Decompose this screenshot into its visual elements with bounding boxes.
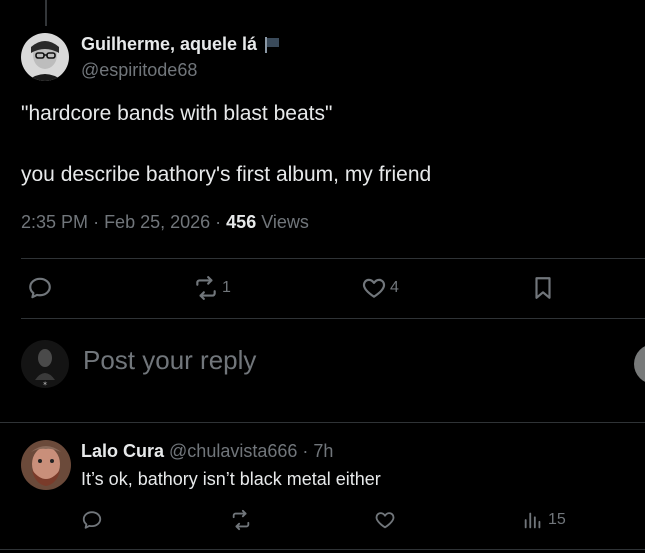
tweet-time[interactable]: 2:35 PM <box>21 212 88 232</box>
bookmark-button[interactable] <box>530 275 556 301</box>
commenter-handle[interactable]: @chulavista666 <box>169 441 297 461</box>
retweet-button[interactable]: 1 <box>193 275 231 301</box>
comment-retweet-button[interactable] <box>230 509 252 531</box>
comment-views-button[interactable]: 15 <box>522 509 566 531</box>
current-user-avatar[interactable]: ✶ <box>21 340 69 388</box>
comment-time[interactable]: 7h <box>313 441 333 461</box>
commenter-name[interactable]: Lalo Cura <box>81 441 164 461</box>
comment-header: Lalo Cura @chulavista666 · 7h <box>81 441 333 462</box>
retweet-count: 1 <box>222 279 231 296</box>
like-count: 4 <box>390 279 399 296</box>
comment-like-button[interactable] <box>374 509 396 531</box>
reply-input[interactable] <box>83 345 603 376</box>
divider <box>0 549 645 550</box>
author-handle[interactable]: @espiritode68 <box>81 60 197 81</box>
views-count: 456 <box>226 212 257 232</box>
retweet-icon <box>196 276 216 300</box>
comment-views-count: 15 <box>548 511 566 528</box>
meta-separator: · <box>93 212 105 232</box>
retweet-icon <box>232 509 250 531</box>
thread-connector-line <box>45 0 47 26</box>
comment-reply-button[interactable] <box>81 509 103 531</box>
reply-icon <box>29 277 51 299</box>
analytics-bars-icon <box>524 512 541 529</box>
like-button[interactable]: 4 <box>361 275 399 301</box>
meta-separator: · <box>215 212 227 232</box>
tweet-text-line-2: you describe bathory's first album, my f… <box>21 163 432 186</box>
divider <box>0 422 645 423</box>
reply-icon <box>82 511 102 529</box>
reply-button[interactable] <box>27 275 56 301</box>
author-avatar[interactable] <box>21 33 69 81</box>
black-flag-icon <box>263 36 281 54</box>
heart-icon <box>362 278 386 298</box>
divider <box>21 318 645 319</box>
author-name-text[interactable]: Guilherme, aquele lá <box>81 34 257 55</box>
commenter-avatar[interactable] <box>21 440 71 490</box>
views-label: Views <box>261 212 309 232</box>
header-separator: · <box>302 441 314 461</box>
comment-text: It’s ok, bathory isn’t black metal eithe… <box>81 469 381 489</box>
author-name[interactable]: Guilherme, aquele lá <box>81 34 281 55</box>
divider <box>21 258 645 259</box>
svg-text:✶: ✶ <box>42 380 48 388</box>
heart-icon <box>375 512 395 529</box>
bookmark-icon <box>535 277 551 299</box>
tweet-date[interactable]: Feb 25, 2026 <box>104 212 210 232</box>
reply-submit-button[interactable] <box>634 344 645 384</box>
tweet-meta: 2:35 PM · Feb 25, 2026 · 456 Views <box>21 212 309 233</box>
tweet-text-line-1: "hardcore bands with blast beats" <box>21 102 333 125</box>
